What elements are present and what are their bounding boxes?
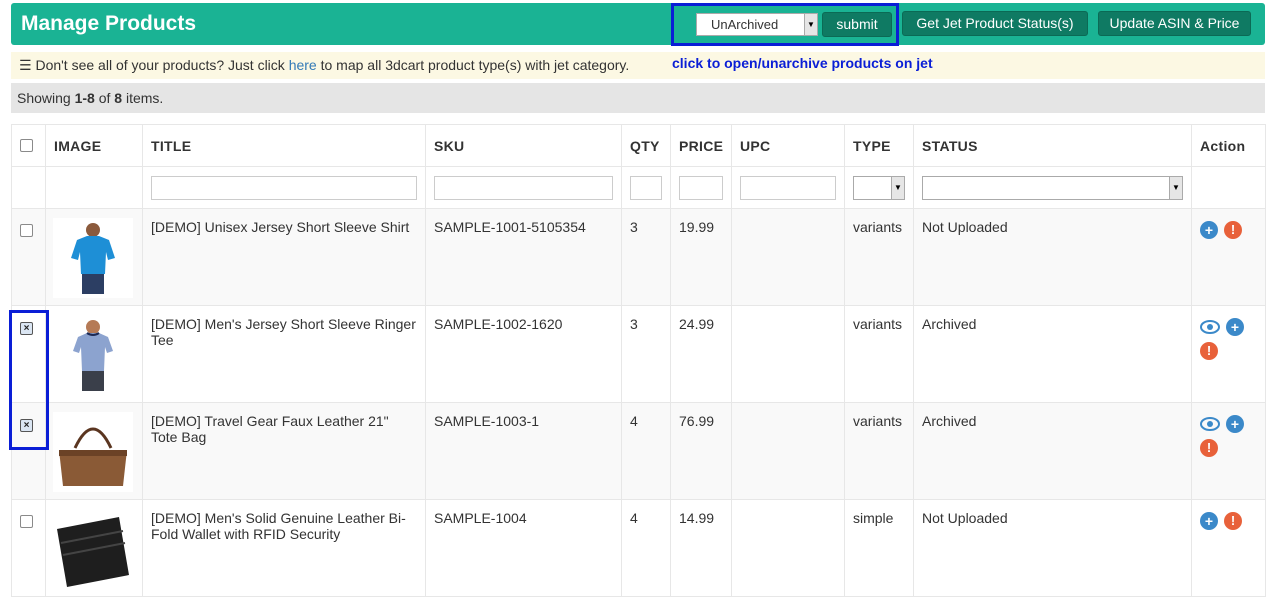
plus-icon[interactable]: + xyxy=(1226,318,1244,336)
product-qty: 3 xyxy=(621,305,671,403)
summary-of: of xyxy=(94,90,115,106)
product-qty: 4 xyxy=(621,499,671,597)
product-upc xyxy=(731,208,845,306)
summary-prefix: Showing xyxy=(17,90,75,106)
summary-range: 1-8 xyxy=(74,90,95,106)
product-upc xyxy=(731,305,845,403)
header-row: IMAGE TITLE SKU QTY PRICE UPC TYPE STATU… xyxy=(11,124,1266,167)
product-title[interactable]: [DEMO] Travel Gear Faux Leather 21" Tote… xyxy=(142,402,426,500)
product-sku: SAMPLE-1003-1 xyxy=(425,402,622,500)
selected-rows-highlight xyxy=(9,310,49,450)
col-image[interactable]: IMAGE xyxy=(45,124,143,167)
product-sku: SAMPLE-1001-5105354 xyxy=(425,208,622,306)
col-qty[interactable]: QTY xyxy=(621,124,671,167)
product-qty: 3 xyxy=(621,208,671,306)
product-title[interactable]: [DEMO] Men's Solid Genuine Leather Bi-Fo… xyxy=(142,499,426,597)
get-jet-status-button[interactable]: Get Jet Product Status(s) xyxy=(902,11,1088,36)
page-title: Manage Products xyxy=(21,12,197,35)
product-price: 19.99 xyxy=(670,208,732,306)
table-row: [DEMO] Unisex Jersey Short Sleeve Shirt … xyxy=(11,208,1266,306)
info-suffix: to map all 3dcart product type(s) with j… xyxy=(316,57,630,73)
table-row: × [DEMO] Men's Jersey Short Sleeve Ringe… xyxy=(11,305,1266,403)
map-category-link[interactable]: here xyxy=(289,57,317,73)
list-icon: ☰ xyxy=(19,57,32,73)
product-title[interactable]: [DEMO] Unisex Jersey Short Sleeve Shirt xyxy=(142,208,426,306)
warning-icon[interactable]: ! xyxy=(1200,342,1218,360)
product-qty: 4 xyxy=(621,402,671,500)
col-price[interactable]: PRICE xyxy=(670,124,732,167)
product-status: Not Uploaded xyxy=(913,499,1192,597)
product-image-ringer-tee xyxy=(53,315,133,395)
unarchive-hint: click to open/unarchive products on jet xyxy=(672,55,933,71)
table-row: × [DEMO] Travel Gear Faux Leather 21" To… xyxy=(11,402,1266,500)
eye-icon[interactable] xyxy=(1200,318,1220,336)
product-status: Not Uploaded xyxy=(913,208,1192,306)
row-checkbox[interactable] xyxy=(20,224,33,237)
info-bar: ☰ Don't see all of your products? Just c… xyxy=(11,52,1265,79)
info-prefix: Don't see all of your products? Just cli… xyxy=(35,57,289,73)
warning-icon[interactable]: ! xyxy=(1224,221,1242,239)
chevron-down-icon: ▼ xyxy=(891,176,904,199)
plus-icon[interactable]: + xyxy=(1200,221,1218,239)
title-filter-input[interactable] xyxy=(151,175,417,200)
chevron-down-icon: ▼ xyxy=(804,14,817,35)
warning-icon[interactable]: ! xyxy=(1200,439,1218,457)
product-status: Archived xyxy=(913,305,1192,403)
qty-filter-input[interactable] xyxy=(630,175,662,200)
select-all-cell xyxy=(11,124,46,167)
product-upc xyxy=(731,402,845,500)
product-image-blue-tshirt xyxy=(53,218,133,298)
status-filter-select[interactable]: ▼ xyxy=(922,175,1183,200)
upc-filter-input[interactable] xyxy=(740,175,836,200)
product-sku: SAMPLE-1002-1620 xyxy=(425,305,622,403)
plus-icon[interactable]: + xyxy=(1226,415,1244,433)
col-status[interactable]: STATUS xyxy=(913,124,1192,167)
product-type: variants xyxy=(844,402,914,500)
product-status: Archived xyxy=(913,402,1192,500)
archive-status-select[interactable]: UnArchived ▼ xyxy=(696,13,818,36)
product-upc xyxy=(731,499,845,597)
sku-filter-input[interactable] xyxy=(434,175,613,200)
eye-icon[interactable] xyxy=(1200,415,1220,433)
product-image-tote-bag xyxy=(53,412,133,492)
col-sku[interactable]: SKU xyxy=(425,124,622,167)
submit-button[interactable]: submit xyxy=(822,12,892,37)
summary-suffix: items. xyxy=(122,90,164,106)
summary-total: 8 xyxy=(114,90,123,106)
chevron-down-icon: ▼ xyxy=(1169,176,1182,199)
product-type: simple xyxy=(844,499,914,597)
product-price: 14.99 xyxy=(670,499,732,597)
product-image-wallet xyxy=(53,509,133,589)
type-filter-select[interactable]: ▼ xyxy=(853,175,905,200)
filter-row: ▼ ▼ xyxy=(11,166,1266,209)
product-type: variants xyxy=(844,208,914,306)
plus-icon[interactable]: + xyxy=(1200,512,1218,530)
archive-status-value: UnArchived xyxy=(711,17,779,32)
product-type: variants xyxy=(844,305,914,403)
col-upc[interactable]: UPC xyxy=(731,124,845,167)
select-all-checkbox[interactable] xyxy=(20,139,33,152)
product-price: 76.99 xyxy=(670,402,732,500)
col-title[interactable]: TITLE xyxy=(142,124,426,167)
price-filter-input[interactable] xyxy=(679,175,723,200)
col-action: Action xyxy=(1191,124,1266,167)
table-row: [DEMO] Men's Solid Genuine Leather Bi-Fo… xyxy=(11,499,1266,597)
archive-filter-highlight: UnArchived ▼ submit xyxy=(671,3,899,46)
product-sku: SAMPLE-1004 xyxy=(425,499,622,597)
summary-bar: Showing 1-8 of 8 items. xyxy=(11,83,1265,113)
product-title[interactable]: [DEMO] Men's Jersey Short Sleeve Ringer … xyxy=(142,305,426,403)
update-asin-price-button[interactable]: Update ASIN & Price xyxy=(1098,11,1251,36)
product-price: 24.99 xyxy=(670,305,732,403)
warning-icon[interactable]: ! xyxy=(1224,512,1242,530)
col-type[interactable]: TYPE xyxy=(844,124,914,167)
row-checkbox[interactable] xyxy=(20,515,33,528)
products-table: IMAGE TITLE SKU QTY PRICE UPC TYPE STATU… xyxy=(11,124,1266,597)
